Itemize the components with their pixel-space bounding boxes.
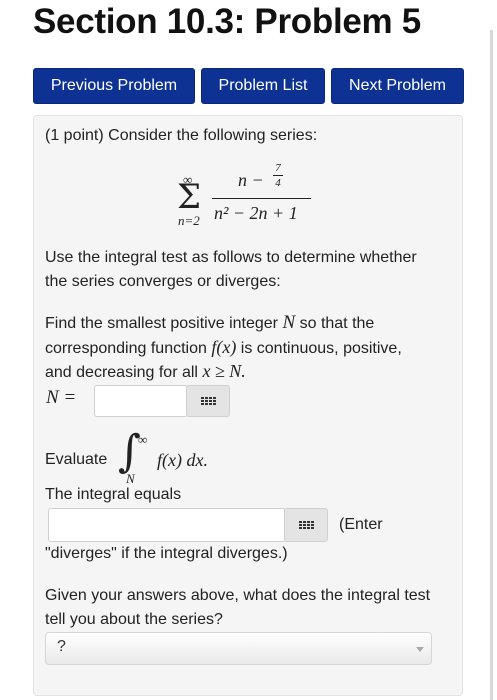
previous-problem-button[interactable]: Previous Problem	[33, 68, 195, 104]
find-text-c: corresponding function	[45, 340, 207, 357]
keyboard-icon	[200, 397, 216, 405]
fraction-numerator: 7	[275, 162, 281, 174]
n-label: N =	[46, 387, 77, 408]
integrand: f(x) dx.	[157, 450, 208, 470]
numerator-fraction: 7 4	[273, 162, 283, 189]
enter-hint-a: (Enter	[339, 516, 383, 533]
series-fraction-bar	[212, 198, 311, 199]
find-line-3: and decreasing for all x ≥ N.	[45, 359, 246, 385]
find-text-a: Find the smallest positive integer	[45, 315, 278, 332]
find-line-1: Find the smallest positive integer N so …	[45, 311, 374, 336]
series-numerator: n −	[238, 170, 264, 190]
select-arrow[interactable]	[409, 633, 431, 664]
enter-hint-b: "diverges" if the integral diverges.)	[45, 545, 288, 562]
question-line-2: tell you about the series?	[45, 611, 223, 628]
n-input[interactable]	[94, 385, 188, 417]
find-line-2: corresponding function f(x) is continuou…	[45, 335, 402, 361]
series-denominator: n² − 2n + 1	[214, 203, 298, 223]
series-conclusion-select[interactable]: ?	[45, 632, 432, 665]
question-line-1: Given your answers above, what does the …	[45, 587, 431, 604]
n-keyboard-button[interactable]	[186, 385, 230, 417]
integral-keyboard-button[interactable]	[284, 508, 328, 542]
fraction-bar	[273, 175, 283, 176]
problem-intro: (1 point) Consider the following series:	[45, 127, 318, 144]
instruction-line-1: Use the integral test as follows to dete…	[45, 249, 417, 266]
integral-upper-limit: ∞	[138, 432, 148, 447]
find-text-b: so that the	[299, 315, 375, 332]
integral-equals-label: The integral equals	[45, 486, 182, 503]
select-value: ?	[57, 638, 66, 655]
evaluate-label: Evaluate	[45, 451, 108, 468]
problem-list-button[interactable]: Problem List	[201, 68, 325, 104]
scrollbar[interactable]	[490, 30, 493, 700]
sum-lower-limit: n=2	[178, 213, 200, 228]
next-problem-button[interactable]: Next Problem	[331, 68, 464, 104]
sum-upper-limit: ∞	[183, 172, 193, 187]
var-n: N	[282, 312, 296, 333]
find-text-d: is continuous, positive,	[240, 340, 402, 357]
integral-input[interactable]	[48, 508, 286, 542]
func-f-of-x: f(x)	[211, 337, 237, 357]
keyboard-icon	[298, 521, 314, 529]
chevron-down-icon	[416, 647, 424, 652]
page-title: Section 10.3: Problem 5	[33, 2, 421, 41]
fraction-denominator: 4	[275, 177, 281, 189]
condition-expr: x ≥ N.	[202, 361, 246, 381]
instruction-line-2: the series converges or diverges:	[45, 273, 281, 290]
find-text-e: and decreasing for all	[45, 364, 198, 381]
